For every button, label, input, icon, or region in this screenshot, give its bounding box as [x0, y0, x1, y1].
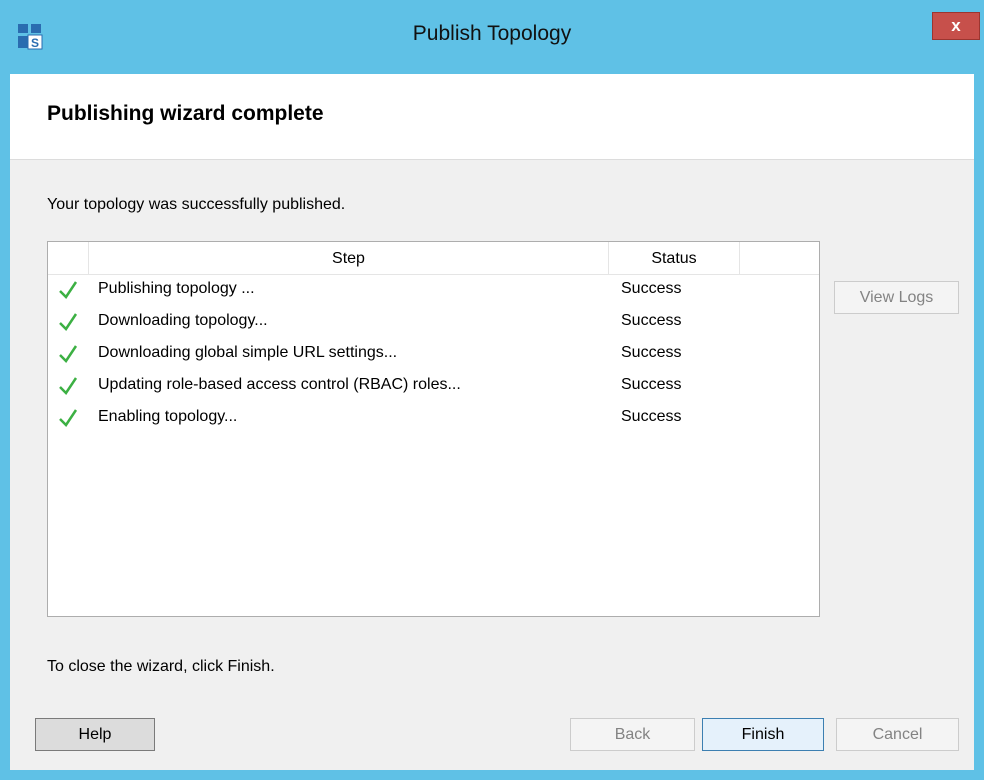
- step-status: Success: [621, 312, 682, 329]
- step-label: Downloading topology...: [98, 312, 268, 329]
- column-header-status[interactable]: Status: [609, 242, 740, 275]
- publish-topology-window: S Publish Topology x Publishing wizard c…: [0, 0, 984, 780]
- title-bar[interactable]: S Publish Topology x: [0, 0, 984, 74]
- wizard-client-area: Publishing wizard complete Your topology…: [10, 74, 974, 770]
- list-item[interactable]: Enabling topology... Success: [48, 404, 819, 436]
- list-item[interactable]: Updating role-based access control (RBAC…: [48, 372, 819, 404]
- step-status: Success: [621, 376, 682, 393]
- step-label: Downloading global simple URL settings..…: [98, 344, 398, 361]
- finish-button[interactable]: Finish: [702, 718, 824, 751]
- window-title: Publish Topology: [412, 22, 572, 45]
- check-icon: [59, 313, 78, 331]
- check-icon: [59, 409, 78, 427]
- check-icon: [59, 377, 78, 395]
- step-status: Success: [621, 280, 682, 297]
- view-logs-button[interactable]: View Logs: [834, 281, 959, 314]
- step-label: Enabling topology...: [98, 408, 238, 425]
- help-button[interactable]: Help: [35, 718, 155, 751]
- intro-text: Your topology was successfully published…: [47, 196, 346, 213]
- step-status: Success: [621, 344, 682, 361]
- check-icon: [59, 281, 78, 299]
- step-status: Success: [621, 408, 682, 425]
- list-item[interactable]: Publishing topology ... Success: [48, 276, 819, 308]
- page-title: Publishing wizard complete: [47, 102, 324, 125]
- list-header: Step Status: [48, 242, 819, 275]
- steps-list[interactable]: Step Status Publishing topology ... Succ…: [47, 241, 820, 617]
- list-item[interactable]: Downloading topology... Success: [48, 308, 819, 340]
- step-label: Updating role-based access control (RBAC…: [98, 376, 461, 393]
- step-label: Publishing topology ...: [98, 280, 255, 297]
- back-button[interactable]: Back: [570, 718, 695, 751]
- footer-instruction: To close the wizard, click Finish.: [47, 658, 275, 675]
- column-header-icon[interactable]: [48, 242, 89, 275]
- list-item[interactable]: Downloading global simple URL settings..…: [48, 340, 819, 372]
- check-icon: [59, 345, 78, 363]
- column-header-blank[interactable]: [740, 242, 819, 275]
- cancel-button[interactable]: Cancel: [836, 718, 959, 751]
- column-header-step[interactable]: Step: [89, 242, 609, 275]
- close-button[interactable]: x: [932, 12, 980, 40]
- wizard-header: Publishing wizard complete: [10, 74, 974, 160]
